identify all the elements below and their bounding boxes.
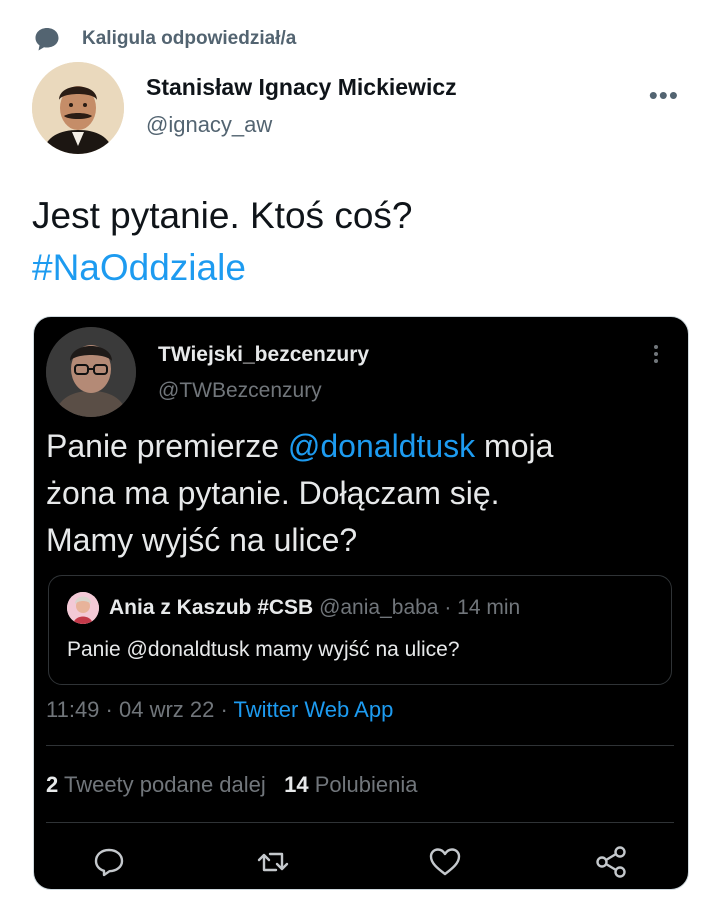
- more-horizontal-icon[interactable]: •••: [649, 82, 679, 108]
- tweet-time: 11:49: [46, 697, 100, 722]
- divider: [46, 822, 674, 823]
- embedded-text-part: moja: [475, 428, 554, 464]
- mention-link: @donaldtusk: [287, 428, 476, 464]
- separator: ·: [438, 596, 458, 619]
- source-app: Twitter Web App: [233, 697, 394, 722]
- tweet-meta: 11:49 · 04 wrz 22 · Twitter Web App: [46, 697, 393, 723]
- embedded-text-part: Panie premierze: [46, 428, 288, 464]
- embedded-tweet-image[interactable]: TWiejski_bezcenzury @TWBezcenzury Panie …: [33, 316, 689, 890]
- embedded-avatar: [46, 327, 136, 417]
- embedded-text-line: żona ma pytanie. Dołączam się.: [46, 475, 500, 511]
- retweets-count: 2: [46, 772, 59, 797]
- quoted-time: 14 min: [457, 596, 521, 619]
- quoted-avatar: [67, 592, 99, 624]
- embedded-author-handle: @TWBezcenzury: [158, 379, 322, 402]
- reply-context-text[interactable]: Kaligula odpowiedział/a: [82, 28, 296, 50]
- quoted-header: Ania z Kaszub #CSB @ania_baba · 14 min: [109, 596, 520, 620]
- likes-count: 14: [284, 772, 309, 797]
- likes-label: Polubienia: [308, 772, 418, 797]
- quoted-text: Panie @donaldtusk mamy wyjść na ulice?: [67, 638, 460, 661]
- embedded-author-name: TWiejski_bezcenzury: [158, 343, 370, 366]
- author-name[interactable]: Stanisław Ignacy Mickiewicz: [146, 74, 457, 101]
- separator: ·: [99, 697, 119, 722]
- heart-icon: [428, 845, 462, 879]
- separator: ·: [214, 697, 234, 722]
- quoted-tweet: Ania z Kaszub #CSB @ania_baba · 14 min P…: [48, 575, 672, 685]
- divider: [46, 745, 674, 746]
- tweet-body: Jest pytanie. Ktoś coś?: [32, 195, 413, 236]
- retweet-icon: [256, 845, 290, 879]
- embedded-text-line: Mamy wyjść na ulice?: [46, 522, 358, 558]
- quoted-handle: @ania_baba: [319, 596, 439, 619]
- reply-icon: [92, 845, 126, 879]
- action-bar: [34, 845, 688, 885]
- tweet-author: Stanisław Ignacy Mickiewicz @ignacy_aw •…: [32, 62, 681, 158]
- reply-context: Kaligula odpowiedział/a: [34, 26, 296, 52]
- tweet-stats: 2 Tweety podane dalej 14 Polubienia: [46, 772, 417, 798]
- more-vertical-icon: [654, 345, 660, 366]
- embedded-tweet-text: Panie premierze @donaldtusk moja żona ma…: [46, 423, 668, 564]
- tweet-text: Jest pytanie. Ktoś coś? #NaOddziale: [32, 190, 681, 294]
- avatar[interactable]: [32, 62, 124, 154]
- share-icon: [594, 845, 628, 879]
- author-handle[interactable]: @ignacy_aw: [146, 112, 272, 138]
- quoted-author-name: Ania z Kaszub #CSB: [109, 596, 314, 619]
- speech-bubble-icon: [34, 26, 60, 52]
- hashtag-link[interactable]: #NaOddziale: [32, 242, 681, 294]
- tweet-date: 04 wrz 22: [118, 697, 215, 722]
- retweets-label: Tweety podane dalej: [58, 772, 266, 797]
